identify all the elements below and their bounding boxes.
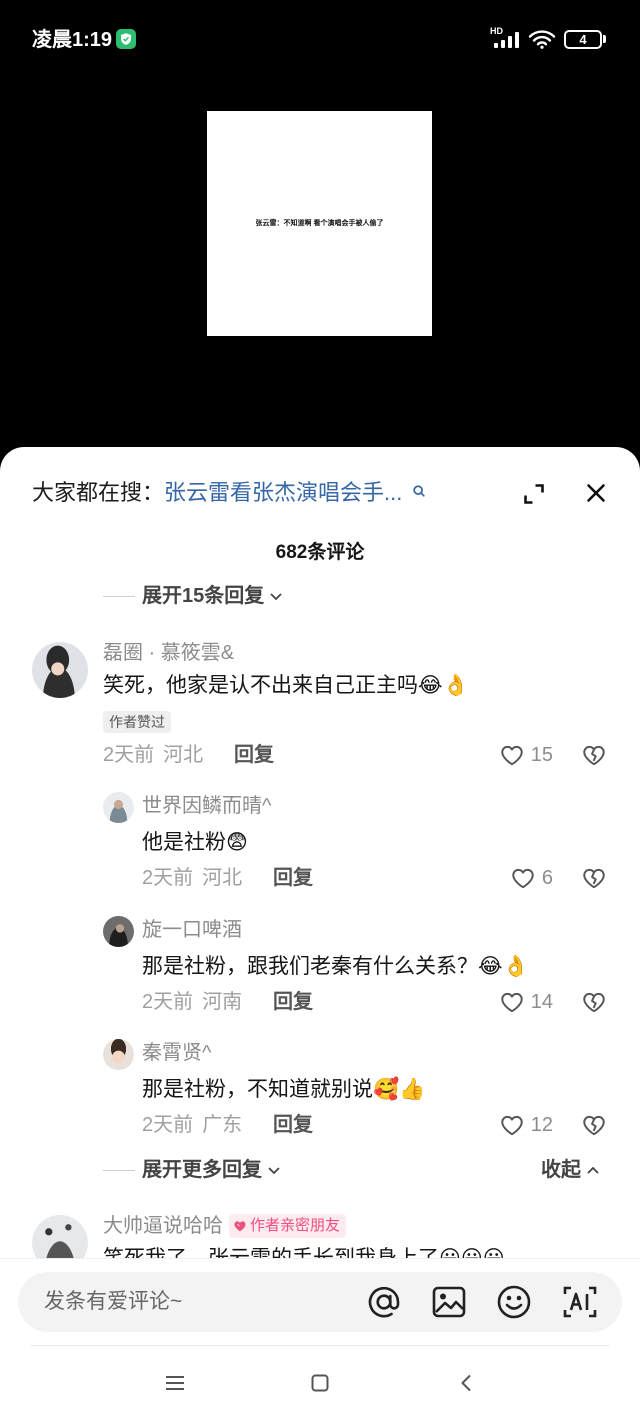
menu-icon[interactable] (165, 1375, 185, 1391)
avatar[interactable] (32, 1215, 88, 1258)
heart-icon (501, 1115, 523, 1136)
reply-button[interactable]: 回复 (273, 866, 313, 890)
wifi-icon (528, 30, 556, 49)
like-count: 12 (530, 1114, 553, 1136)
reply-meta: 2天前 广东 回复 (142, 1113, 313, 1137)
heart-icon (501, 745, 523, 766)
like-count: 15 (530, 744, 553, 766)
trending-search[interactable]: 大家都在搜： 张云雷看张杰演唱会手... (32, 479, 426, 507)
comment-location: 河北 (163, 744, 204, 766)
close-friend-badge: 作者亲密朋友 (229, 1214, 347, 1238)
comment-sheet: 大家都在搜： 张云雷看张杰演唱会手... 682条评论 展开15条回复 磊圈 ·… (0, 447, 640, 1422)
chevron-down-icon (268, 1167, 280, 1175)
avatar[interactable] (32, 642, 88, 698)
like-count: 6 (541, 867, 553, 889)
collapse-label: 收起 (541, 1159, 581, 1181)
broken-heart-icon[interactable] (581, 865, 607, 891)
like-button[interactable]: 14 (499, 988, 553, 1016)
broken-heart-icon[interactable] (581, 1112, 607, 1138)
expand-icon[interactable] (523, 483, 545, 505)
like-count: 14 (530, 991, 553, 1013)
reply-time: 2天前 (142, 991, 194, 1013)
search-icon[interactable] (412, 484, 426, 498)
home-square-icon[interactable] (311, 1374, 329, 1392)
like-button[interactable]: 12 (499, 1111, 553, 1139)
chevron-up-icon (587, 1166, 599, 1174)
chevron-down-icon (270, 593, 282, 601)
image-icon[interactable] (431, 1284, 467, 1320)
reply-location: 河南 (202, 991, 243, 1013)
reply-button[interactable]: 回复 (234, 743, 274, 767)
avatar[interactable] (103, 916, 134, 947)
comment-time: 2天前 (103, 744, 155, 766)
close-icon[interactable] (585, 482, 607, 504)
reply-item: 旋一口啤酒 那是社粉，跟我们老秦有什么关系？😂👌 2天前 河南 回复 14 (0, 916, 640, 1046)
comment-author[interactable]: 磊圈 · 慕筱雲& (103, 642, 234, 664)
system-nav-bar (0, 1345, 640, 1422)
comment-author[interactable]: 大帅逼说哈哈 (103, 1215, 223, 1237)
divider (103, 595, 135, 597)
reply-location: 河北 (202, 867, 243, 889)
battery-nub (603, 35, 606, 43)
expand-replies-label: 展开15条回复 (142, 585, 265, 607)
comment-author-row: 大帅逼说哈哈 作者亲密朋友 (103, 1214, 347, 1238)
back-icon[interactable] (460, 1374, 472, 1392)
comment-item: 大帅逼说哈哈 作者亲密朋友 笑死我了，张云雷的手长到我身上了😀😀😀 (0, 1214, 640, 1258)
close-friend-label: 作者亲密朋友 (250, 1217, 341, 1234)
broken-heart-icon[interactable] (581, 989, 607, 1015)
emoji-icon[interactable] (496, 1284, 532, 1320)
collapse-replies-button[interactable]: 收起 (541, 1157, 601, 1183)
trending-search-prefix: 大家都在搜： (32, 480, 165, 505)
reply-text[interactable]: 他是社粉😨 (142, 830, 248, 856)
heart-filled-icon (234, 1221, 246, 1232)
reply-author[interactable]: 秦霄贤^ (142, 1042, 211, 1064)
reply-time: 2天前 (142, 867, 194, 889)
author-liked-badge: 作者赞过 (103, 711, 171, 733)
comment-input[interactable]: 发条有爱评论~ (18, 1272, 622, 1332)
comment-text[interactable]: 笑死，他家是认不出来自己正主吗😂👌 (103, 673, 469, 699)
trending-search-query[interactable]: 张云雷看张杰演唱会手... (164, 479, 402, 507)
avatar[interactable] (103, 792, 134, 823)
broken-heart-icon[interactable] (581, 742, 607, 768)
comment-input-placeholder: 发条有爱评论~ (44, 1290, 183, 1313)
comment-input-bar: 发条有爱评论~ (0, 1258, 640, 1345)
reply-text[interactable]: 那是社粉，不知道就别说🥰👍 (142, 1077, 425, 1103)
shield-badge-icon (116, 29, 136, 49)
expand-more-replies-button[interactable]: 展开更多回复 (103, 1157, 282, 1183)
expand-replies-button[interactable]: 展开15条回复 (103, 583, 284, 609)
heart-icon (501, 992, 523, 1013)
reply-meta: 2天前 河南 回复 (142, 990, 313, 1014)
reply-button[interactable]: 回复 (273, 990, 313, 1014)
signal-icon (494, 32, 519, 48)
reply-button[interactable]: 回复 (273, 1113, 313, 1137)
at-icon[interactable] (366, 1284, 402, 1320)
reply-time: 2天前 (142, 1114, 194, 1136)
reply-location: 广东 (202, 1114, 243, 1136)
avatar[interactable] (103, 1039, 134, 1070)
video-caption: 张云雷：不知道啊 看个演唱会手被人偷了 (255, 220, 384, 227)
status-bar: 凌晨1:19 HD 4 (0, 0, 640, 80)
heart-icon (512, 868, 534, 889)
reply-meta: 2天前 河北 回复 (142, 866, 313, 890)
comment-list[interactable]: 大家都在搜： 张云雷看张杰演唱会手... 682条评论 展开15条回复 磊圈 ·… (0, 447, 640, 1258)
reply-author[interactable]: 旋一口啤酒 (142, 919, 242, 941)
reply-author[interactable]: 世界因鳞而晴^ (142, 795, 271, 817)
comment-count: 682条评论 (275, 542, 365, 563)
reply-text[interactable]: 那是社粉，跟我们老秦有什么关系？😂👌 (142, 954, 529, 980)
reply-item: 秦霄贤^ 那是社粉，不知道就别说🥰👍 2天前 广东 回复 12 (0, 1039, 640, 1169)
divider (30, 1345, 610, 1346)
comment-text[interactable]: 笑死我了，张云雷的手长到我身上了😀😀😀 (103, 1246, 505, 1258)
reply-item: 世界因鳞而晴^ 他是社粉😨 2天前 河北 回复 6 (0, 792, 640, 922)
divider (103, 1169, 135, 1171)
status-time: 凌晨1:19 (32, 29, 113, 51)
ai-icon[interactable] (562, 1284, 598, 1320)
comment-meta: 2天前 河北 回复 (103, 743, 274, 767)
battery-icon: 4 (564, 30, 602, 49)
expand-more-label: 展开更多回复 (142, 1159, 262, 1181)
comment-item: 磊圈 · 慕筱雲& 笑死，他家是认不出来自己正主吗😂👌 作者赞过 2天前 河北 回… (0, 642, 640, 772)
video-frame[interactable]: 张云雷：不知道啊 看个演唱会手被人偷了 (207, 111, 432, 336)
like-button[interactable]: 6 (510, 864, 553, 892)
like-button[interactable]: 15 (499, 741, 553, 769)
